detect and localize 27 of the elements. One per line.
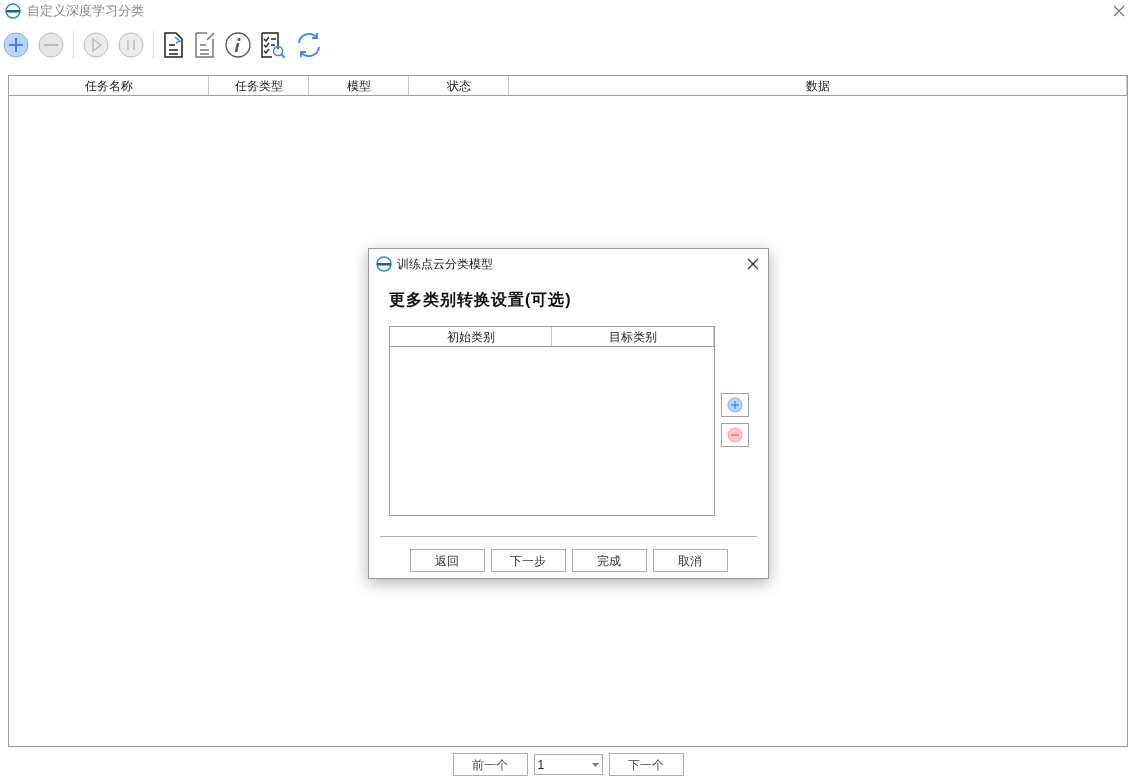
column-header[interactable]: 初始类别 bbox=[390, 327, 552, 346]
remove-row-button[interactable] bbox=[721, 423, 749, 447]
dialog-button[interactable]: 取消 bbox=[652, 549, 728, 572]
page-select[interactable]: 1 bbox=[533, 754, 603, 775]
dialog-button[interactable]: 完成 bbox=[571, 549, 647, 572]
refresh-icon[interactable] bbox=[295, 31, 323, 59]
dropdown-caret-icon bbox=[591, 762, 599, 767]
next-button[interactable]: 下一个 bbox=[608, 753, 684, 776]
document-arrow-icon[interactable] bbox=[163, 31, 185, 59]
dialog-button[interactable]: 下一步 bbox=[490, 549, 566, 572]
column-header[interactable]: 状态 bbox=[409, 76, 509, 95]
dialog-heading: 更多类别转换设置(可选) bbox=[389, 290, 573, 310]
add-icon[interactable] bbox=[3, 32, 29, 58]
add-row-button[interactable] bbox=[721, 393, 749, 417]
window-title: 自定义深度学习分类 bbox=[27, 2, 144, 21]
logo-icon bbox=[376, 256, 392, 272]
column-header[interactable]: 任务名称 bbox=[9, 76, 209, 95]
column-header[interactable]: 数据 bbox=[509, 76, 1127, 95]
dialog-button[interactable]: 返回 bbox=[409, 549, 485, 572]
logo-icon bbox=[5, 3, 21, 19]
info-icon[interactable] bbox=[225, 32, 251, 58]
dialog-title: 训练点云分类模型 bbox=[397, 256, 493, 273]
column-header[interactable]: 模型 bbox=[309, 76, 409, 95]
checklist-search-icon[interactable] bbox=[260, 31, 286, 59]
column-header[interactable]: 目标类别 bbox=[552, 327, 714, 346]
previous-button[interactable]: 前一个 bbox=[452, 753, 528, 776]
column-header[interactable]: 任务类型 bbox=[209, 76, 309, 95]
